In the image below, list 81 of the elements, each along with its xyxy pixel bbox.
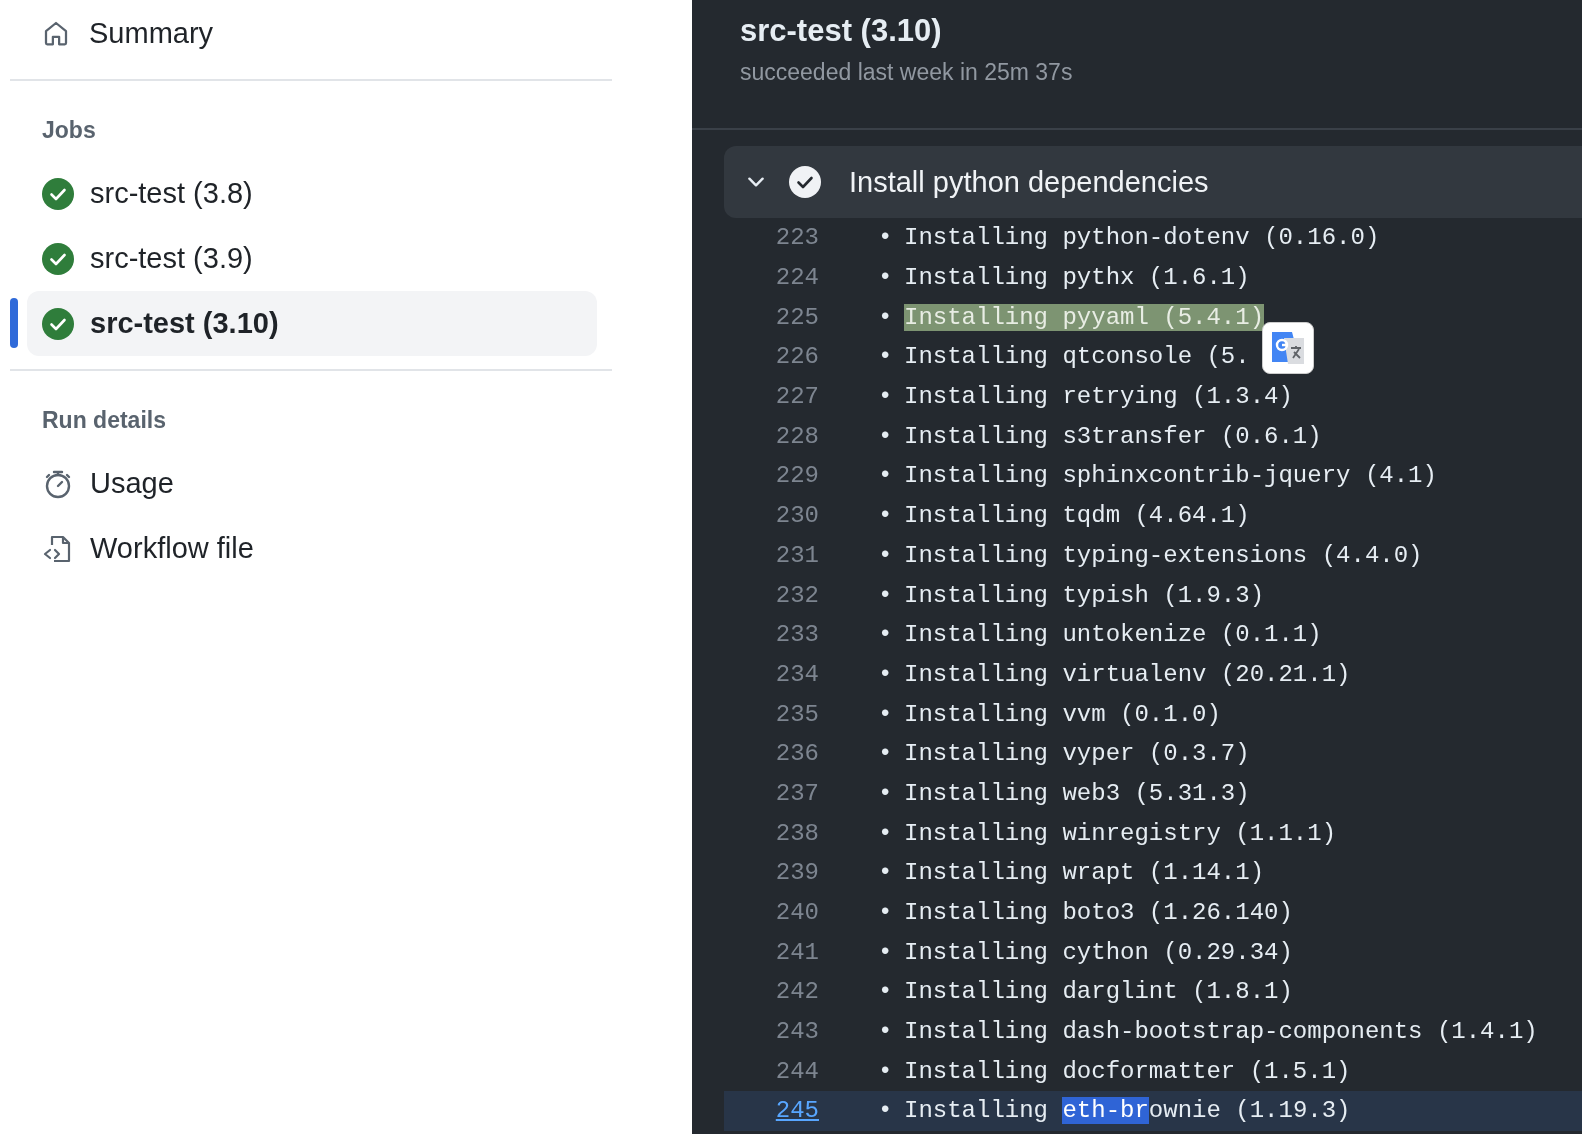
bullet: • [878, 660, 894, 688]
line-number: 230 [774, 502, 819, 530]
line-number: 236 [774, 740, 819, 768]
bullet: • [878, 978, 894, 1006]
log-text: Installing typish (1.9.3) [904, 581, 1265, 609]
log-text: Installing winregistry (1.1.1) [904, 819, 1337, 847]
job-subtitle: succeeded last week in 25m 37s [740, 59, 1074, 86]
bullet: • [878, 938, 894, 966]
line-number: 239 [774, 859, 819, 887]
bullet: • [878, 779, 894, 807]
log-text: Installing darglint (1.8.1) [904, 978, 1293, 1006]
bullet: • [878, 819, 894, 847]
log-text: Installing qtconsole (5. [904, 343, 1250, 371]
sidebar-item[interactable]: src-test (3.10) [27, 291, 597, 356]
line-number: 227 [774, 383, 819, 411]
bullet: • [878, 1018, 894, 1046]
summary-link[interactable]: Summary [89, 16, 214, 50]
line-number: 229 [774, 462, 819, 490]
bullet: • [878, 740, 894, 768]
log-text: Installing virtualenv (20.21.1) [904, 660, 1351, 688]
section-heading: Jobs [41, 116, 97, 145]
bullet: • [878, 383, 894, 411]
bullet: • [878, 859, 894, 887]
log-text: Installing sphinxcontrib-jquery (4.1) [904, 462, 1437, 490]
line-number: 241 [774, 938, 819, 966]
bullet: • [878, 621, 894, 649]
line-number: 242 [774, 978, 819, 1006]
job-title: src-test (3.10) [740, 13, 943, 49]
line-number: 244 [774, 1057, 819, 1085]
bullet: • [878, 343, 894, 371]
line-number: 243 [774, 1018, 819, 1046]
log-text: Installing pyyaml (5.4.1) [904, 303, 1265, 331]
bullet: • [878, 303, 894, 331]
line-number: 224 [774, 264, 819, 292]
bullet: • [878, 422, 894, 450]
line-number: 234 [774, 660, 819, 688]
log-text: Installing vyper (0.3.7) [904, 740, 1250, 768]
line-number: 232 [774, 581, 819, 609]
log-text: Installing dash-bootstrap-components (1.4.1) [904, 1018, 1538, 1046]
bullet: • [878, 1097, 894, 1125]
line-number: 233 [774, 621, 819, 649]
log-text: Installing typing-extensions (4.4.0) [904, 541, 1423, 569]
line-number: 226 [774, 343, 819, 371]
line-number: 231 [774, 541, 819, 569]
bullet: • [878, 502, 894, 530]
log-text: Installing eth-brownie (1.19.3) [904, 1097, 1351, 1125]
bullet: • [878, 899, 894, 927]
bullet: • [878, 581, 894, 609]
log-text: Installing retrying (1.3.4) [904, 383, 1293, 411]
sidebar-item[interactable]: Workflow file [27, 516, 597, 581]
sidebar-item[interactable]: Usage [27, 451, 597, 516]
log-text: Installing untokenize (0.1.1) [904, 621, 1322, 649]
log-text: Installing python-dotenv (0.16.0) [904, 224, 1380, 252]
log-text: Installing cython (0.29.34) [904, 938, 1293, 966]
log-text: Installing vvm (0.1.0) [904, 700, 1221, 728]
log-text: Installing s3transfer (0.6.1) [904, 422, 1322, 450]
log-text: Installing tqdm (4.64.1) [904, 502, 1250, 530]
line-number: 235 [774, 700, 819, 728]
bullet: • [878, 224, 894, 252]
sidebar-item[interactable]: src-test (3.9) [27, 226, 597, 291]
step-header[interactable]: Install python dependencies [724, 146, 1582, 218]
bullet: • [878, 541, 894, 569]
log-text: Installing wrapt (1.14.1) [904, 859, 1265, 887]
line-number[interactable]: 245 [724, 1097, 819, 1125]
bullet: • [878, 700, 894, 728]
line-number: 223 [774, 224, 819, 252]
line-number: 228 [774, 422, 819, 450]
line-number: 238 [774, 819, 819, 847]
log-text: Installing boto3 (1.26.140) [904, 899, 1293, 927]
translate-icon[interactable] [1262, 322, 1314, 374]
section-heading: Run details [41, 406, 167, 435]
sidebar-item[interactable]: src-test (3.8) [27, 161, 597, 226]
line-number: 240 [774, 899, 819, 927]
bullet: • [878, 1057, 894, 1085]
line-number: 225 [774, 303, 819, 331]
line-number: 237 [774, 779, 819, 807]
log-text: Installing docformatter (1.5.1) [904, 1057, 1351, 1085]
log-text: Installing pythx (1.6.1) [904, 264, 1250, 292]
bullet: • [878, 264, 894, 292]
bullet: • [878, 462, 894, 490]
log-text: Installing web3 (5.31.3) [904, 779, 1250, 807]
